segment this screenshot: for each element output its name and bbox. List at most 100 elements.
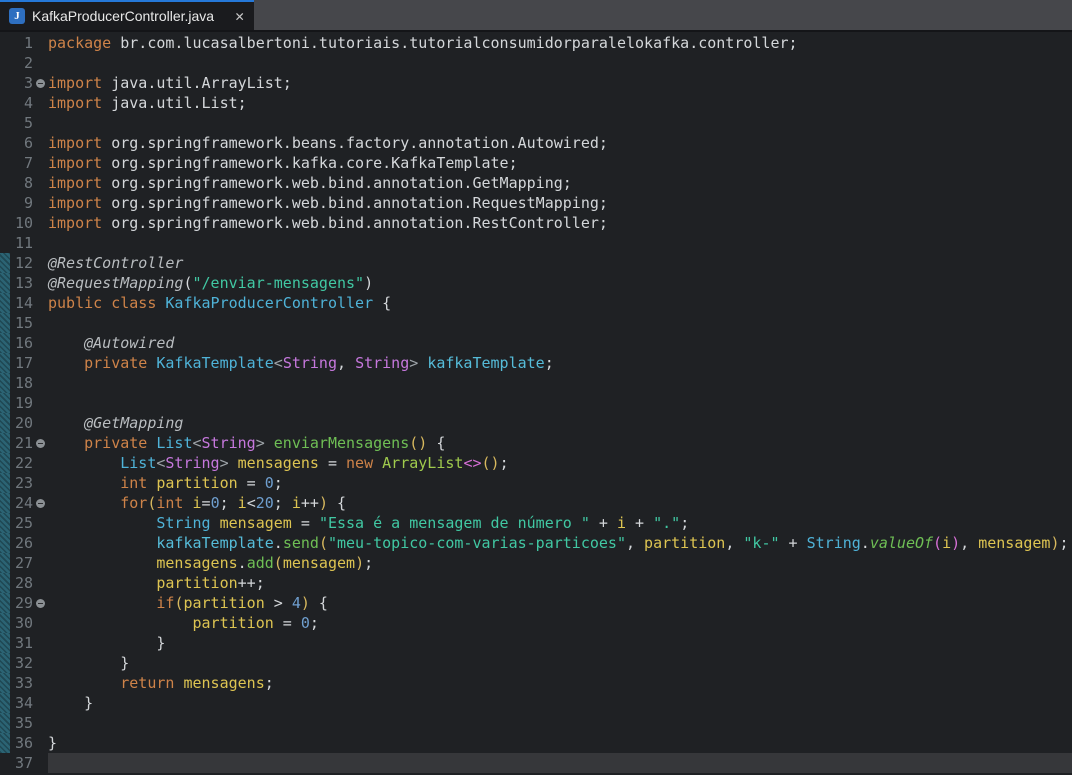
code-text[interactable]: mensagens.add(mensagem); bbox=[48, 553, 1072, 573]
code-token: mensagens bbox=[238, 454, 319, 472]
code-line[interactable]: 30 partition = 0; bbox=[0, 613, 1072, 633]
line-number: 6 bbox=[10, 133, 33, 153]
code-token: public bbox=[48, 294, 102, 312]
code-line[interactable]: 18 bbox=[0, 373, 1072, 393]
fold-minus-icon[interactable] bbox=[36, 79, 45, 88]
code-line[interactable]: 28 partition++; bbox=[0, 573, 1072, 593]
code-text[interactable]: @RestController bbox=[48, 253, 1072, 273]
editor[interactable]: 1package br.com.lucasalbertoni.tutoriais… bbox=[0, 32, 1072, 773]
code-line[interactable]: 32 } bbox=[0, 653, 1072, 673]
code-line[interactable]: 5 bbox=[0, 113, 1072, 133]
code-text[interactable]: List<String> mensagens = new ArrayList<>… bbox=[48, 453, 1072, 473]
changed-lines-gutter-strip bbox=[0, 253, 10, 273]
code-token: add bbox=[247, 554, 274, 572]
fold-minus-icon[interactable] bbox=[36, 599, 45, 608]
code-line[interactable]: 11 bbox=[0, 233, 1072, 253]
code-line[interactable]: 25 String mensagem = "Essa é a mensagem … bbox=[0, 513, 1072, 533]
code-line[interactable]: 16 @Autowired bbox=[0, 333, 1072, 353]
code-text[interactable] bbox=[48, 233, 1072, 253]
code-text[interactable] bbox=[48, 753, 1072, 773]
code-line[interactable]: 23 int partition = 0; bbox=[0, 473, 1072, 493]
code-line[interactable]: 14public class KafkaProducerController { bbox=[0, 293, 1072, 313]
code-text[interactable]: import org.springframework.web.bind.anno… bbox=[48, 213, 1072, 233]
code-line[interactable]: 29 if(partition > 4) { bbox=[0, 593, 1072, 613]
code-text[interactable]: } bbox=[48, 633, 1072, 653]
close-icon[interactable]: ✕ bbox=[235, 9, 244, 24]
code-text[interactable]: partition++; bbox=[48, 573, 1072, 593]
code-line[interactable]: 33 return mensagens; bbox=[0, 673, 1072, 693]
code-text[interactable]: import java.util.List; bbox=[48, 93, 1072, 113]
fold-minus-icon[interactable] bbox=[36, 439, 45, 448]
code-line[interactable]: 21 private List<String> enviarMensagens(… bbox=[0, 433, 1072, 453]
code-token: ++ bbox=[301, 494, 319, 512]
code-text[interactable] bbox=[48, 393, 1072, 413]
code-text[interactable]: for(int i=0; i<20; i++) { bbox=[48, 493, 1072, 513]
code-line[interactable]: 24 for(int i=0; i<20; i++) { bbox=[0, 493, 1072, 513]
code-token: ( bbox=[482, 454, 491, 472]
code-line[interactable]: 12@RestController bbox=[0, 253, 1072, 273]
code-text[interactable]: package br.com.lucasalbertoni.tutoriais.… bbox=[48, 33, 1072, 53]
code-text[interactable]: public class KafkaProducerController { bbox=[48, 293, 1072, 313]
code-text[interactable] bbox=[48, 313, 1072, 333]
code-line[interactable]: 19 bbox=[0, 393, 1072, 413]
code-line[interactable]: 17 private KafkaTemplate<String, String>… bbox=[0, 353, 1072, 373]
code-text[interactable]: } bbox=[48, 693, 1072, 713]
code-text[interactable]: private List<String> enviarMensagens() { bbox=[48, 433, 1072, 453]
changed-lines-gutter-strip bbox=[0, 313, 10, 333]
code-line[interactable]: 13@RequestMapping("/enviar-mensagens") bbox=[0, 273, 1072, 293]
code-text[interactable]: partition = 0; bbox=[48, 613, 1072, 633]
code-line[interactable]: 10import org.springframework.web.bind.an… bbox=[0, 213, 1072, 233]
code-text[interactable] bbox=[48, 53, 1072, 73]
code-line[interactable]: 22 List<String> mensagens = new ArrayLis… bbox=[0, 453, 1072, 473]
code-text[interactable]: import org.springframework.beans.factory… bbox=[48, 133, 1072, 153]
code-token bbox=[48, 674, 120, 692]
code-text[interactable] bbox=[48, 713, 1072, 733]
code-text[interactable]: private KafkaTemplate<String, String> ka… bbox=[48, 353, 1072, 373]
code-text[interactable]: @Autowired bbox=[48, 333, 1072, 353]
code-token: import bbox=[48, 214, 102, 232]
code-line[interactable]: 35 bbox=[0, 713, 1072, 733]
code-text[interactable] bbox=[48, 113, 1072, 133]
code-line[interactable]: 15 bbox=[0, 313, 1072, 333]
code-line[interactable]: 37 bbox=[0, 753, 1072, 773]
code-line[interactable]: 20 @GetMapping bbox=[0, 413, 1072, 433]
code-token: br.com.lucasalbertoni.tutoriais.tutorial… bbox=[111, 34, 797, 52]
code-line[interactable]: 7import org.springframework.kafka.core.K… bbox=[0, 153, 1072, 173]
code-line[interactable]: 4import java.util.List; bbox=[0, 93, 1072, 113]
code-line[interactable]: 27 mensagens.add(mensagem); bbox=[0, 553, 1072, 573]
code-line[interactable]: 31 } bbox=[0, 633, 1072, 653]
code-line[interactable]: 2 bbox=[0, 53, 1072, 73]
code-text[interactable]: kafkaTemplate.send("meu-topico-com-varia… bbox=[48, 533, 1072, 553]
code-text[interactable]: @GetMapping bbox=[48, 413, 1072, 433]
changed-lines-gutter-strip bbox=[0, 133, 10, 153]
code-text[interactable]: String mensagem = "Essa é a mensagem de … bbox=[48, 513, 1072, 533]
code-text[interactable]: import org.springframework.web.bind.anno… bbox=[48, 173, 1072, 193]
fold-column bbox=[33, 733, 48, 753]
changed-lines-gutter-strip bbox=[0, 753, 10, 773]
code-text[interactable]: } bbox=[48, 733, 1072, 753]
code-line[interactable]: 36} bbox=[0, 733, 1072, 753]
code-text[interactable]: import org.springframework.kafka.core.Ka… bbox=[48, 153, 1072, 173]
code-text[interactable]: import org.springframework.web.bind.anno… bbox=[48, 193, 1072, 213]
code-text[interactable]: import java.util.ArrayList; bbox=[48, 73, 1072, 93]
code-text[interactable]: int partition = 0; bbox=[48, 473, 1072, 493]
code-line[interactable]: 3import java.util.ArrayList; bbox=[0, 73, 1072, 93]
fold-minus-icon[interactable] bbox=[36, 499, 45, 508]
code-text[interactable]: return mensagens; bbox=[48, 673, 1072, 693]
fold-column bbox=[33, 73, 48, 93]
code-line[interactable]: 9import org.springframework.web.bind.ann… bbox=[0, 193, 1072, 213]
code-text[interactable]: } bbox=[48, 653, 1072, 673]
code-token: import bbox=[48, 174, 102, 192]
code-line[interactable]: 1package br.com.lucasalbertoni.tutoriais… bbox=[0, 33, 1072, 53]
code-line[interactable]: 6 import org.springframework.beans.factor… bbox=[0, 133, 1072, 153]
code-token: mensagem bbox=[978, 534, 1050, 552]
code-text[interactable]: @RequestMapping("/enviar-mensagens") bbox=[48, 273, 1072, 293]
code-line[interactable]: 34 } bbox=[0, 693, 1072, 713]
code-token: KafkaTemplate bbox=[156, 354, 273, 372]
code-text[interactable] bbox=[48, 373, 1072, 393]
code-line[interactable]: 8import org.springframework.web.bind.ann… bbox=[0, 173, 1072, 193]
code-text[interactable]: if(partition > 4) { bbox=[48, 593, 1072, 613]
tab-kafkaproducercontroller[interactable]: J KafkaProducerController.java ✕ bbox=[0, 0, 254, 30]
line-number: 37 bbox=[10, 753, 33, 773]
code-line[interactable]: 26 kafkaTemplate.send("meu-topico-com-va… bbox=[0, 533, 1072, 553]
